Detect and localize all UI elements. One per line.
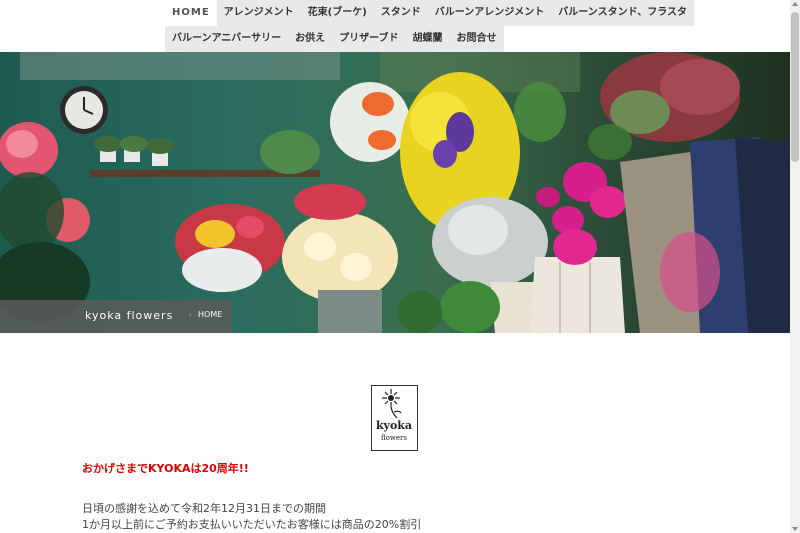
nav-item-offering[interactable]: お供え bbox=[288, 26, 333, 52]
scroll-down-icon[interactable] bbox=[792, 527, 798, 531]
main-navigation: HOME アレンジメント 花束(ブーケ) スタンド バルーンアレンジメント バル… bbox=[0, 0, 790, 52]
scroll-up-icon[interactable] bbox=[792, 2, 798, 6]
nav-item-arrangement[interactable]: アレンジメント bbox=[216, 0, 301, 26]
nav-item-bouquet[interactable]: 花束(ブーケ) bbox=[300, 0, 374, 26]
hero-flower-shop-image bbox=[0, 52, 790, 333]
nav-row-1: HOME アレンジメント 花束(ブーケ) スタンド バルーンアレンジメント バル… bbox=[165, 0, 694, 26]
nav-row-2: バルーンアニバーサリー お供え プリザーブド 胡蝶蘭 お問合せ bbox=[165, 26, 504, 52]
page-scrollbar[interactable] bbox=[790, 0, 800, 533]
nav-item-preserved[interactable]: プリザーブド bbox=[332, 26, 406, 52]
nav-item-contact[interactable]: お問合せ bbox=[449, 26, 504, 52]
nav-item-balloon-anniversary[interactable]: バルーンアニバーサリー bbox=[165, 26, 289, 52]
hero-banner: kyoka flowers › HOME bbox=[0, 52, 790, 333]
logo-text-kyoka: kyoka bbox=[375, 419, 413, 432]
nav-item-orchid[interactable]: 胡蝶蘭 bbox=[405, 26, 450, 52]
nav-item-stand[interactable]: スタンド bbox=[373, 0, 428, 26]
kyoka-logo: kyoka flowers bbox=[371, 385, 418, 451]
campaign-period-text: 日頃の感謝を込めて令和2年12月31日までの期間 bbox=[82, 502, 326, 515]
nav-item-balloon-stand[interactable]: バルーンスタンド、フラスタ bbox=[551, 0, 694, 26]
logo-text-flowers: flowers bbox=[381, 434, 407, 442]
scroll-thumb[interactable] bbox=[791, 12, 799, 162]
hero-caption-bar: kyoka flowers › HOME bbox=[0, 300, 232, 333]
flower-logo-icon bbox=[382, 389, 402, 419]
breadcrumb-home-link[interactable]: HOME bbox=[198, 310, 222, 319]
anniversary-headline: おかげさまでKYOKAは20周年!! bbox=[82, 462, 249, 475]
site-name[interactable]: kyoka flowers bbox=[85, 309, 173, 322]
nav-item-home[interactable]: HOME bbox=[165, 0, 217, 26]
discount-text: 1か月以上前にご予約お支払いいただいたお客様には商品の20%割引 bbox=[82, 518, 422, 531]
breadcrumb-arrow-icon: › bbox=[189, 311, 192, 319]
nav-item-balloon-arrangement[interactable]: バルーンアレンジメント bbox=[427, 0, 552, 26]
